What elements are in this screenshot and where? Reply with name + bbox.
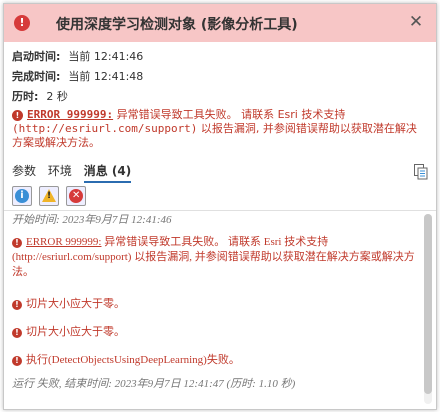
end-time-label: 完成时间: xyxy=(12,70,61,83)
message-error: ! 切片大小应大于零。 xyxy=(12,325,416,340)
duration-row: 历时: 2 秒 xyxy=(12,88,68,104)
dialog-window: ! 使用深度学习检测对象 (影像分析工具) ✕ 启动时间: 当前 12:41:46… xyxy=(3,3,437,410)
error-icon: ! xyxy=(14,15,30,31)
start-time-value: 当前 12:41:46 xyxy=(68,50,144,63)
error-icon: ✕ xyxy=(69,189,84,203)
message-start-time: 开始时间: 2023年9月7日 12:41:46 xyxy=(12,214,172,226)
message-error: ! 切片大小应大于零。 xyxy=(12,297,416,312)
scrollbar-thumb[interactable] xyxy=(424,214,432,394)
end-time-row: 完成时间: 当前 12:41:48 xyxy=(12,68,143,84)
error-code-link[interactable]: ERROR 999999: xyxy=(26,236,101,248)
message-error: ! 执行(DetectObjectsUsingDeepLearning)失败。 xyxy=(12,353,416,368)
tab-bar: 参数 环境 消息 (4) xyxy=(12,162,139,183)
tab-parameters[interactable]: 参数 xyxy=(12,162,36,181)
duration-value: 2 秒 xyxy=(46,90,68,103)
tab-environment[interactable]: 环境 xyxy=(48,162,72,181)
duration-label: 历时: xyxy=(12,90,39,103)
error-code-link[interactable]: ERROR 999999: xyxy=(27,108,113,121)
support-url: (http://esriurl.com/support) xyxy=(12,122,198,135)
message-error: ! ERROR 999999: 异常错误导致工具失败。 请联系 Esri 技术支持… xyxy=(12,236,415,278)
title-bar: ! 使用深度学习检测对象 (影像分析工具) ✕ xyxy=(4,4,436,42)
message-end-time: 运行 失败, 结束时间: 2023年9月7日 12:41:47 (历时: 1.1… xyxy=(12,378,296,390)
error-icon: ! xyxy=(12,300,22,310)
start-time-label: 启动时间: xyxy=(12,50,61,63)
message-list: 开始时间: 2023年9月7日 12:41:46 ! ERROR 999999: … xyxy=(4,211,424,409)
dialog-title: 使用深度学习检测对象 (影像分析工具) xyxy=(56,17,298,33)
error-icon: ! xyxy=(12,109,23,121)
error-icon: ! xyxy=(12,328,22,338)
copy-icon[interactable] xyxy=(414,164,428,180)
close-icon: ✕ xyxy=(408,12,424,32)
error-filter-button[interactable]: ✕ xyxy=(66,186,87,206)
error-summary: ! ERROR 999999: 异常错误导致工具失败。 请联系 Esri 技术支持… xyxy=(12,108,426,150)
tab-messages[interactable]: 消息 (4) xyxy=(83,162,132,183)
warning-filter-button[interactable]: ! xyxy=(39,186,60,206)
start-time-row: 启动时间: 当前 12:41:46 xyxy=(12,48,143,64)
message-filters: i ! ✕ xyxy=(12,186,88,208)
error-text: 异常错误导致工具失败。 请联系 Esri 技术支持 xyxy=(113,108,346,121)
info-icon: i xyxy=(15,189,29,203)
scrollbar[interactable] xyxy=(424,214,432,404)
end-time-value: 当前 12:41:48 xyxy=(68,70,144,83)
error-icon: ! xyxy=(12,356,22,366)
error-icon: ! xyxy=(12,238,22,248)
close-button[interactable]: ✕ xyxy=(406,12,426,32)
info-filter-button[interactable]: i xyxy=(12,186,32,206)
